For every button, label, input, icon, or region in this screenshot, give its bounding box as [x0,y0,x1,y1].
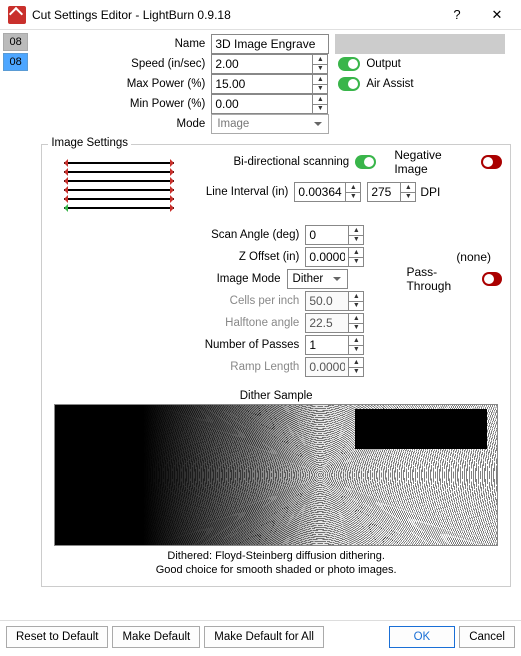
window-title: Cut Settings Editor - LightBurn 0.9.18 [32,8,437,22]
bidir-toggle[interactable] [355,155,376,169]
dither-caption-2: Good choice for smooth shaded or photo i… [50,564,502,578]
maxpower-input[interactable] [211,74,313,94]
ramp-input [305,357,349,377]
cells-label: Cells per inch [50,295,305,307]
negative-toggle[interactable] [481,155,502,169]
bidir-label: Bi-directional scanning [174,156,355,168]
output-label: Output [366,58,401,70]
lineinterval-spinner[interactable]: ▲▼ [346,182,361,202]
close-button[interactable]: ✕ [477,0,517,30]
minpower-input[interactable] [211,94,313,114]
layer-color-strip [335,34,505,54]
ramp-spinner: ▲▼ [349,357,364,377]
dither-sample [54,404,498,546]
passthrough-label: Pass-Through [406,265,475,293]
dither-title: Dither Sample [50,390,502,402]
image-settings-legend: Image Settings [48,137,131,149]
scanangle-input[interactable] [305,225,349,245]
name-label: Name [41,38,211,50]
minpower-spinner[interactable]: ▲▼ [313,94,328,114]
imagemode-label: Image Mode [50,273,286,285]
mode-select[interactable]: Image [211,114,329,134]
dither-caption-1: Dithered: Floyd-Steinberg diffusion dith… [50,550,502,564]
speed-label: Speed (in/sec) [41,58,211,70]
output-toggle[interactable] [338,57,360,71]
app-icon [8,6,26,24]
airassist-label: Air Assist [366,78,413,90]
scan-diagram [64,155,174,216]
lineinterval-label: Line Interval (in) [174,186,294,198]
make-default-all-button[interactable]: Make Default for All [204,626,324,648]
minpower-label: Min Power (%) [41,98,211,110]
speed-input[interactable] [211,54,313,74]
lineinterval-input[interactable] [294,182,346,202]
cells-input [305,291,349,311]
help-button[interactable]: ? [437,0,477,30]
dpi-spinner[interactable]: ▲▼ [401,182,416,202]
make-default-button[interactable]: Make Default [112,626,200,648]
scanangle-spinner[interactable]: ▲▼ [349,225,364,245]
negative-label: Negative Image [394,148,475,176]
halftone-label: Halftone angle [50,317,305,329]
speed-spinner[interactable]: ▲▼ [313,54,328,74]
ramp-label: Ramp Length [50,361,305,373]
zoffset-label: Z Offset (in) [50,251,305,263]
cells-spinner: ▲▼ [349,291,364,311]
name-input[interactable] [211,34,329,54]
layer-chip-08a[interactable]: 08 [3,33,28,51]
passes-spinner[interactable]: ▲▼ [349,335,364,355]
imagemode-select[interactable]: Dither [287,269,349,289]
dpi-label: DPI [420,185,440,199]
cancel-button[interactable]: Cancel [459,626,515,648]
passes-input[interactable] [305,335,349,355]
dpi-input[interactable] [367,182,401,202]
mode-label: Mode [41,118,211,130]
scanangle-label: Scan Angle (deg) [50,229,305,241]
halftone-spinner: ▲▼ [349,313,364,333]
passthrough-toggle[interactable] [482,272,502,286]
halftone-input [305,313,349,333]
zoffset-note: (none) [456,250,491,264]
zoffset-input[interactable] [305,247,349,267]
zoffset-spinner[interactable]: ▲▼ [349,247,364,267]
airassist-toggle[interactable] [338,77,360,91]
maxpower-label: Max Power (%) [41,78,211,90]
passes-label: Number of Passes [50,339,305,351]
layer-chip-08b[interactable]: 08 [3,53,28,71]
maxpower-spinner[interactable]: ▲▼ [313,74,328,94]
ok-button[interactable]: OK [389,626,456,648]
reset-default-button[interactable]: Reset to Default [6,626,108,648]
